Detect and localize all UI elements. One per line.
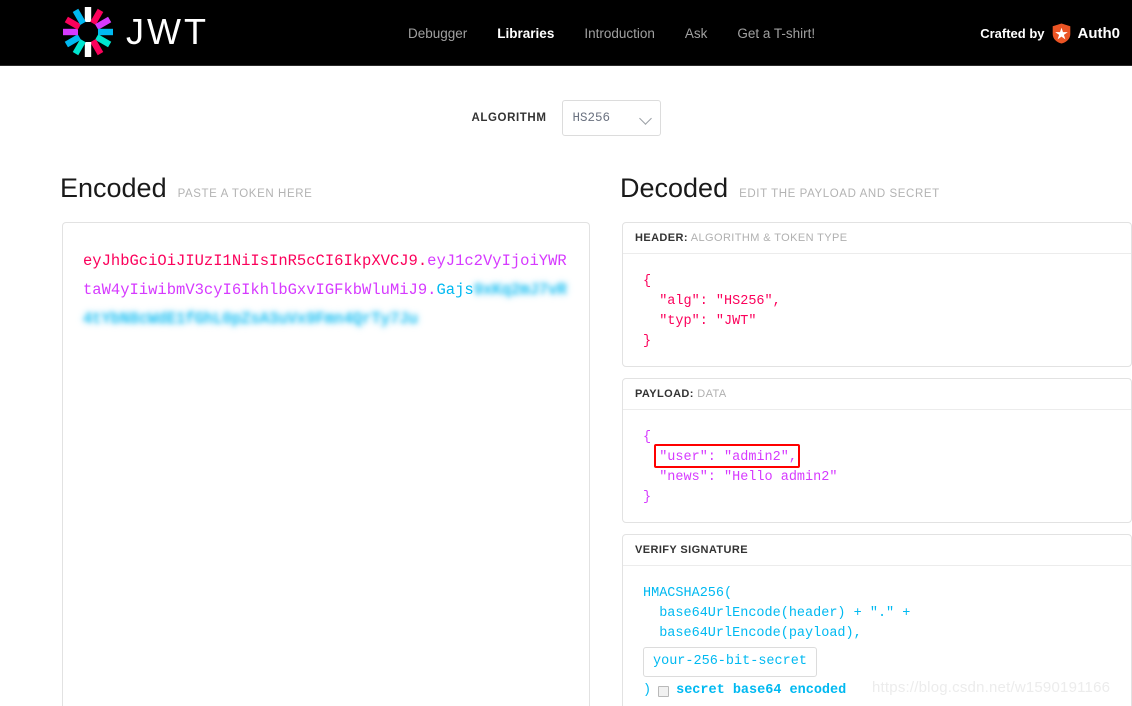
- signature-line-2: base64UrlEncode(header) + "." +: [643, 606, 911, 621]
- auth0-shield-icon: [1052, 23, 1071, 44]
- header-label: HEADER:: [635, 232, 688, 244]
- decoded-payload-section-title: PAYLOAD: DATA: [623, 379, 1131, 410]
- encoded-title: Encoded: [60, 173, 167, 203]
- watermark-text: https://blog.csdn.net/w1590191166: [872, 679, 1111, 696]
- decoded-signature-section-title: VERIFY SIGNATURE: [623, 535, 1131, 566]
- encoded-token-text: eyJhbGciOiJIUzI1NiIsInR5cCI6IkpXVCJ9.eyJ…: [83, 247, 569, 334]
- payload-line-user: "user": "admin2",: [659, 450, 797, 465]
- payload-line-news: "news": "Hello admin2": [643, 470, 838, 485]
- jwt-debugger-page: JWT Debugger Libraries Introduction Ask …: [0, 0, 1132, 706]
- base64-encoded-checkbox-label[interactable]: secret base64 encoded: [676, 681, 846, 701]
- checkbox-unchecked-icon[interactable]: [658, 685, 670, 697]
- brand-logo[interactable]: JWT: [62, 4, 209, 60]
- secret-input[interactable]: your-256-bit-secret: [643, 647, 817, 677]
- decoded-panel: HEADER: ALGORITHM & TOKEN TYPE { "alg": …: [622, 222, 1132, 706]
- token-dot-1: .: [417, 252, 428, 270]
- decoded-payload-json[interactable]: { "user": "admin2", "news": "Hello admin…: [623, 410, 1131, 522]
- nav-link-introduction[interactable]: Introduction: [584, 26, 655, 41]
- jwt-starburst-logo-icon: [62, 6, 114, 58]
- payload-label: PAYLOAD:: [635, 388, 694, 400]
- decoded-header-json[interactable]: { "alg": "HS256", "typ": "JWT" }: [623, 254, 1131, 366]
- nav-link-libraries[interactable]: Libraries: [497, 26, 554, 41]
- decoded-title: Decoded: [620, 173, 729, 203]
- algorithm-row: ALGORITHM HS256: [0, 100, 1132, 136]
- close-paren: ): [643, 683, 652, 698]
- top-navbar: JWT Debugger Libraries Introduction Ask …: [0, 0, 1132, 66]
- signature-line-3: base64UrlEncode(payload),: [643, 626, 862, 641]
- payload-line-open: {: [643, 430, 652, 445]
- brand-wordmark: JWT: [126, 11, 209, 52]
- decoded-payload-section: PAYLOAD: DATA { "user": "admin2", "news"…: [622, 378, 1132, 523]
- payload-line-close: }: [643, 490, 652, 505]
- decoded-header-section-title: HEADER: ALGORITHM & TOKEN TYPE: [623, 223, 1131, 254]
- nav-links: Debugger Libraries Introduction Ask Get …: [408, 0, 815, 66]
- signature-label: VERIFY SIGNATURE: [635, 544, 748, 556]
- algorithm-label: ALGORITHM: [471, 112, 547, 124]
- encoded-token-textarea[interactable]: eyJhbGciOiJIUzI1NiIsInR5cCI6IkpXVCJ9.eyJ…: [62, 222, 590, 706]
- auth0-brand-name: Auth0: [1077, 24, 1121, 42]
- token-header-part: eyJhbGciOiJIUzI1NiIsInR5cCI6IkpXVCJ9: [83, 252, 418, 270]
- encoded-subtitle: PASTE A TOKEN HERE: [177, 188, 313, 200]
- nav-link-get-a-tshirt[interactable]: Get a T-shirt!: [737, 26, 815, 41]
- decoded-heading: Decoded EDIT THE PAYLOAD AND SECRET: [620, 173, 940, 204]
- decoded-subtitle: EDIT THE PAYLOAD AND SECRET: [739, 188, 940, 200]
- decoded-header-section: HEADER: ALGORITHM & TOKEN TYPE { "alg": …: [622, 222, 1132, 367]
- payload-line-user-wrapper: "user": "admin2",: [654, 444, 801, 468]
- token-signature-visible-part: Gajs: [436, 281, 474, 299]
- crafted-by-auth0[interactable]: Crafted by Auth0: [980, 0, 1120, 66]
- header-sublabel: ALGORITHM & TOKEN TYPE: [690, 232, 848, 244]
- crafted-by-label: Crafted by: [980, 25, 1045, 41]
- algorithm-selected-value: HS256: [572, 111, 611, 125]
- algorithm-select[interactable]: HS256: [561, 100, 661, 136]
- signature-line-1: HMACSHA256(: [643, 586, 733, 601]
- nav-link-ask[interactable]: Ask: [685, 26, 708, 41]
- payload-sublabel: DATA: [697, 388, 727, 400]
- chevron-down-icon: [638, 112, 652, 125]
- nav-link-debugger[interactable]: Debugger: [408, 26, 467, 41]
- encoded-heading: Encoded PASTE A TOKEN HERE: [60, 173, 312, 204]
